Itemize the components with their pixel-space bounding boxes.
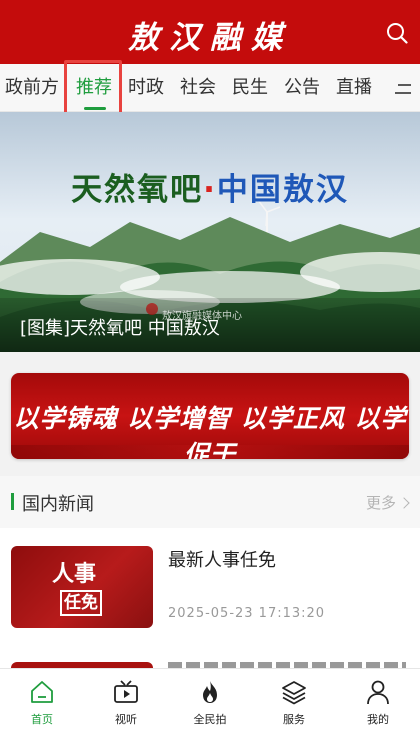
list-item[interactable]: 人事 任免 最新人事任免 2025-05-23 17:13:20 (0, 546, 420, 628)
news-timestamp: 2025-05-23 17:13:20 (168, 606, 326, 621)
layers-icon (282, 681, 306, 705)
nav-citizen-shoot[interactable]: 全民拍 (168, 669, 252, 729)
tab-notice[interactable]: 公告 (284, 64, 320, 112)
news-thumbnail: 人事 任免 (11, 546, 153, 628)
tv-icon (114, 680, 138, 703)
nav-video[interactable]: 视听 (84, 669, 168, 729)
tab-live[interactable]: 直播 (336, 64, 372, 112)
thumbnail-text-line2: 任免 (60, 590, 102, 616)
section-title: 国内新闻 (22, 494, 94, 515)
tab-livelihood[interactable]: 民生 (232, 64, 268, 112)
section-accent-bar (11, 493, 14, 510)
banner-caption[interactable]: [图集]天然氧吧 中国敖汉 (20, 314, 220, 340)
banner-carousel[interactable]: 天然氧吧·中国敖汉 敖汉旗融媒体中心 [图集]天然氧吧 中国敖汉 (0, 112, 420, 352)
nav-services[interactable]: 服务 (252, 669, 336, 729)
banner-headline-part2: 中国敖汉 (216, 172, 349, 208)
news-list: 人事 任免 最新人事任免 2025-05-23 17:13:20 (0, 528, 420, 672)
app-header: 敖汉融媒 (0, 0, 420, 64)
news-title: 最新人事任免 (168, 550, 276, 571)
thumbnail-text-line1: 人事 (52, 562, 97, 587)
banner-headline: 天然氧吧·中国敖汉 (0, 164, 420, 209)
more-link[interactable]: 更多 (365, 492, 410, 513)
banner-headline-dot: · (203, 172, 217, 208)
slogan-banner[interactable]: 以学铸魂 以学增智 以学正风 以学促干 (11, 373, 409, 459)
app-title: 敖汉融媒 (128, 20, 292, 56)
tab-highlight-box (64, 60, 122, 118)
tab-society[interactable]: 社会 (180, 64, 216, 112)
tab-politics[interactable]: 时政 (128, 64, 164, 112)
search-icon[interactable] (386, 22, 408, 44)
nav-profile[interactable]: 我的 (336, 669, 420, 729)
channel-menu-icon[interactable] (394, 84, 412, 94)
banner-headline-part1: 天然氧吧 (71, 172, 204, 208)
nav-profile-label: 我的 (367, 713, 389, 726)
nav-services-label: 服务 (283, 713, 305, 726)
slogan-text: 以学铸魂 以学增智 以学正风 以学促干 (13, 404, 407, 459)
nav-citizen-shoot-label: 全民拍 (193, 713, 227, 726)
home-icon (31, 681, 53, 703)
user-icon (367, 680, 389, 705)
more-label: 更多 (365, 494, 396, 512)
tab-zhengqianfang[interactable]: 政前方 (5, 64, 59, 112)
nav-home-label: 首页 (31, 713, 53, 726)
nav-video-label: 视听 (115, 713, 137, 726)
nav-home[interactable]: 首页 (0, 669, 84, 729)
chevron-right-icon (398, 497, 410, 509)
app-screen: 敖汉融媒 政前方 推荐 时政 社会 民生 公告 直播 天然氧吧·中国敖汉 敖汉旗… (0, 0, 420, 729)
section-header: 国内新闻 更多 (0, 476, 420, 528)
channel-tabs: 政前方 推荐 时政 社会 民生 公告 直播 (0, 64, 420, 112)
bottom-nav: 首页 视听 全民拍 服务 我的 (0, 668, 420, 729)
fire-icon (203, 681, 217, 703)
